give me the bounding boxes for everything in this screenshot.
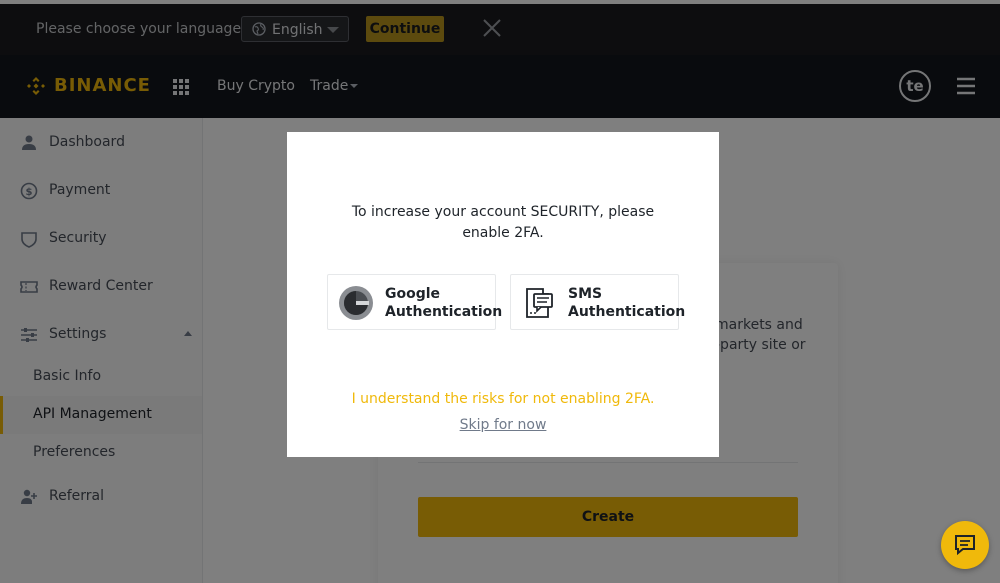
modal-headline: To increase your account SECURITY, pleas… [351,204,655,241]
selected-language: English [272,22,323,38]
hamburger-menu-icon[interactable] [957,77,975,95]
option-label-line2: Authentication [385,304,503,320]
chevron-down-icon [327,27,339,33]
language-bar: Please choose your language. English Con… [0,0,1000,55]
option-label: Google Authentication [385,285,502,321]
google-authenticator-icon [339,286,373,320]
sms-authentication-option[interactable]: SMS Authentication [510,274,685,330]
enable-2fa-modal: To increase your account SECURITY, pleas… [287,132,719,457]
language-prompt: Please choose your language. [36,21,246,37]
nav-trade[interactable]: Trade [310,78,348,94]
globe-icon [252,22,266,36]
option-label-line1: SMS [568,286,603,302]
option-label: SMS Authentication [568,285,685,321]
user-avatar[interactable]: te [899,70,931,102]
chevron-down-icon [350,84,358,88]
chat-icon [955,535,975,556]
skip-for-now-link[interactable]: Skip for now [287,417,719,433]
option-label-line1: Google [385,286,441,302]
option-label-line2: Authentication [568,304,686,320]
sms-document-icon [526,288,553,318]
google-authentication-option[interactable]: Google Authentication [327,274,502,330]
support-chat-button[interactable] [941,521,989,569]
nav-buy-crypto[interactable]: Buy Crypto [217,78,295,94]
risk-acknowledgement-link[interactable]: I understand the risks for not enabling … [287,391,719,407]
language-select[interactable]: English [241,16,349,42]
continue-button[interactable]: Continue [366,16,444,42]
binance-mark-icon [27,77,45,95]
close-icon[interactable] [482,18,502,38]
apps-grid-icon[interactable] [173,79,189,95]
brand-name: BINANCE [54,75,151,96]
top-navigation: BINANCE Buy Crypto Trade te [0,55,1000,118]
